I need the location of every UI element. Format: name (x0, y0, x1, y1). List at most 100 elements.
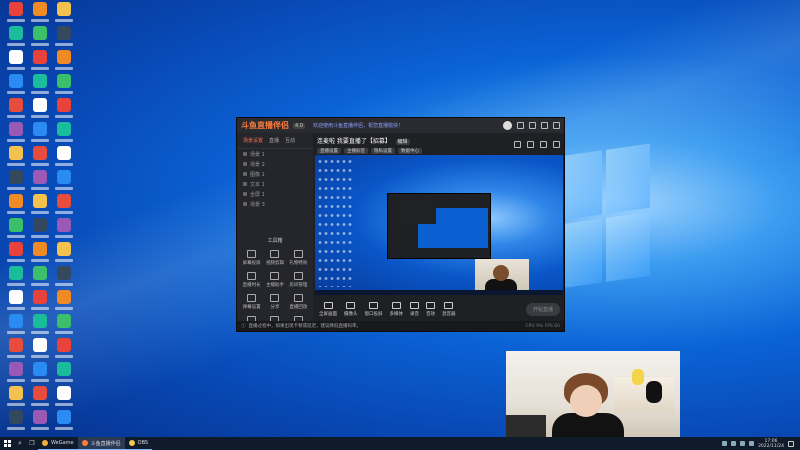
preview-webcam (475, 259, 529, 293)
room-tag[interactable]: 数据中心 (398, 148, 422, 154)
minimize-icon[interactable] (541, 122, 548, 129)
tool-button[interactable]: 礼物特效 (288, 248, 309, 266)
tool-label: 直播时长 (242, 283, 261, 288)
search-icon[interactable]: ⌕ (14, 437, 26, 450)
scene-label: 场景 2 (250, 161, 265, 168)
tool-button[interactable]: 主播助手 (264, 270, 285, 288)
share-icon[interactable] (514, 141, 521, 148)
control-icon (346, 301, 356, 309)
close-icon[interactable] (553, 122, 560, 129)
eye-icon[interactable] (243, 182, 247, 186)
room-tag[interactable]: 主播标签 (344, 148, 368, 154)
user-avatar[interactable] (503, 121, 512, 130)
scene-item[interactable]: 图像 1 (237, 169, 313, 179)
taskbar-app-label: OBS (137, 440, 149, 446)
left-tabs: 场景设置 直播 互动 (237, 133, 313, 149)
scene-label: 场景 1 (250, 151, 265, 158)
source-control-button[interactable]: 摄像头 (344, 301, 358, 317)
desktop-shortcut-icon[interactable] (28, 410, 52, 438)
info-icon: ⓘ (241, 324, 246, 329)
tray-icon[interactable] (731, 441, 737, 446)
left-tab[interactable]: 场景设置 (243, 137, 263, 144)
app-logo: 斗鱼直播伴侣 (241, 121, 289, 130)
control-label: 录音 (410, 311, 419, 317)
tool-button[interactable]: 直播回放 (288, 292, 309, 310)
room-tag[interactable]: 隐私设置 (371, 148, 395, 154)
streaming-app-window[interactable]: 斗鱼直播伴侣 4.0 欢迎使用斗鱼直播伴侣，祝您直播愉快！ 场景设置 直播 互动 场… (236, 117, 565, 332)
tool-button[interactable]: 分享 (264, 292, 285, 310)
windows-logo-wallpaper (560, 143, 650, 297)
room-tag[interactable]: 直播设置 (317, 148, 341, 154)
scene-item[interactable]: 全屏 1 (237, 189, 313, 199)
message-icon[interactable] (517, 122, 524, 129)
desktop-icon-grid (0, 0, 100, 430)
tool-button[interactable]: 房间管理 (288, 270, 309, 288)
clock[interactable]: 17:06 2022/11/24 (758, 439, 784, 449)
eye-icon[interactable] (243, 202, 247, 206)
source-control-button[interactable]: 窗口投屏 (365, 301, 383, 317)
control-label: 摄像头 (344, 311, 358, 317)
network-icon[interactable] (740, 441, 746, 446)
taskbar-app[interactable]: WeGame (38, 437, 78, 450)
tool-button[interactable]: 弹幕设置 (241, 292, 262, 310)
scene-item[interactable]: 场景 3 (237, 199, 313, 209)
notification-icon[interactable] (788, 440, 794, 447)
start-live-button[interactable]: 开始直播 (525, 302, 560, 316)
more-icon[interactable] (553, 141, 560, 148)
live-preview[interactable] (315, 155, 563, 295)
eye-icon[interactable] (243, 172, 247, 176)
preview-nested-window (387, 193, 491, 259)
control-icon (391, 301, 401, 309)
windows-icon (3, 440, 11, 447)
status-bar: ⓘ 直播过程中，如果出现卡顿或延迟，建议降低直播码率。 CPU 9% FPS 6… (237, 321, 564, 331)
eye-icon[interactable] (243, 162, 247, 166)
left-tab[interactable]: 互动 (285, 137, 295, 144)
eye-icon[interactable] (243, 192, 247, 196)
start-button[interactable] (0, 437, 14, 450)
tool-icon (247, 250, 257, 258)
clock-date: 2022/11/24 (758, 443, 784, 449)
scene-label: 图像 1 (250, 171, 265, 178)
taskbar-app[interactable]: OBS (124, 437, 153, 450)
control-label: 音效 (426, 311, 435, 317)
source-control-button[interactable]: 混音器 (442, 301, 456, 317)
tool-button[interactable]: 直播时长 (241, 270, 262, 288)
tool-icon (247, 272, 257, 280)
edit-room-button[interactable]: 编辑 (395, 139, 410, 145)
app-icon (42, 440, 48, 446)
source-control-button[interactable]: 全屏画面 (319, 301, 337, 317)
system-tray: 17:06 2022/11/24 (722, 439, 800, 449)
desktop-shortcut-icon[interactable] (52, 410, 76, 438)
fullscreen-icon[interactable] (540, 141, 547, 148)
tool-label: 主播助手 (265, 283, 284, 288)
webcam-overlay (506, 351, 680, 439)
app-titlebar[interactable]: 斗鱼直播伴侣 4.0 欢迎使用斗鱼直播伴侣，祝您直播愉快！ (237, 118, 564, 133)
scene-item[interactable]: 场景 1 (237, 149, 313, 159)
windows-taskbar: ⌕ ❐ WeGame 斗鱼直播伴侣 OBS 17:06 2022/11/24 (0, 437, 800, 450)
control-label: 混音器 (442, 311, 456, 317)
tool-button[interactable]: 视频剪辑 (264, 248, 285, 266)
tray-icon[interactable] (722, 441, 728, 446)
left-tab[interactable]: 直播 (269, 137, 279, 144)
version-badge: 4.0 (293, 122, 305, 129)
settings-icon[interactable] (529, 122, 536, 129)
perf-meter: CPU 9% FPS 60 (525, 323, 560, 329)
taskbar-app[interactable]: 斗鱼直播伴侣 (77, 437, 125, 450)
control-icon (323, 301, 333, 309)
source-control-button[interactable]: 录音 (410, 301, 419, 317)
tool-button[interactable]: 屏幕投屏 (241, 248, 262, 266)
tool-label: 房间管理 (289, 283, 308, 288)
notice-text[interactable]: 欢迎使用斗鱼直播伴侣，祝您直播愉快！ (313, 122, 403, 129)
scene-label: 文本 1 (250, 181, 265, 188)
desktop-shortcut-icon[interactable] (4, 410, 28, 438)
preview-desktop-icons (317, 157, 353, 287)
control-icon (369, 301, 378, 309)
scene-item[interactable]: 文本 1 (237, 179, 313, 189)
volume-icon[interactable] (749, 441, 755, 446)
gift-icon[interactable] (527, 141, 534, 148)
task-view-icon[interactable]: ❐ (26, 437, 38, 450)
source-control-button[interactable]: 音效 (426, 301, 435, 317)
scene-item[interactable]: 场景 2 (237, 159, 313, 169)
source-control-button[interactable]: 多媒体 (390, 301, 403, 317)
eye-icon[interactable] (243, 152, 247, 156)
